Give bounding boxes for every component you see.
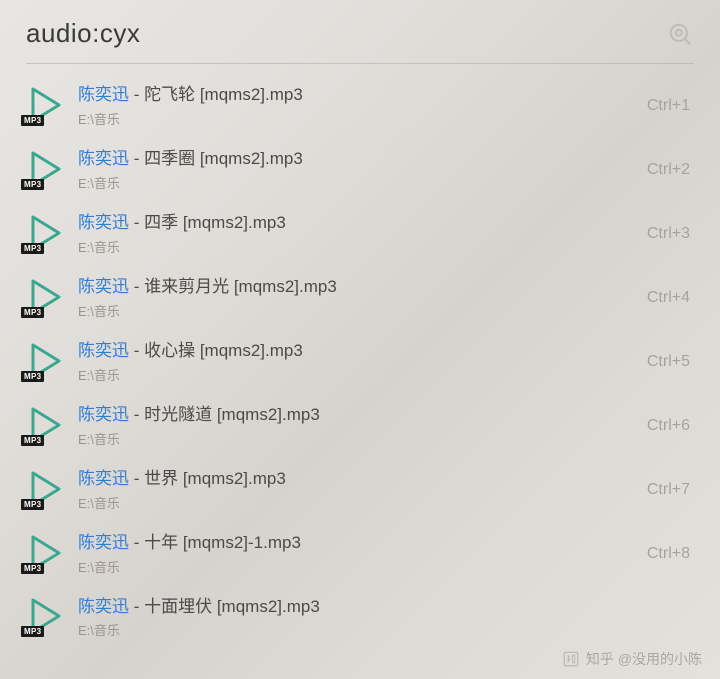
shortcut-label: Ctrl+5 [647, 353, 694, 371]
result-title: 陈奕迅 - 谁来剪月光 [mqms2].mp3 [78, 276, 633, 299]
audio-file-icon: MP3 [26, 535, 64, 573]
artist-name: 陈奕迅 [78, 469, 129, 488]
result-item[interactable]: MP3 陈奕迅 - 陀飞轮 [mqms2].mp3 E:\音乐 Ctrl+1 [26, 74, 694, 138]
shortcut-label: Ctrl+6 [647, 417, 694, 435]
mp3-badge: MP3 [21, 626, 44, 637]
file-name-rest: - 世界 [mqms2].mp3 [129, 469, 286, 488]
file-name-rest: - 十年 [mqms2]-1.mp3 [129, 533, 301, 552]
result-path: E:\音乐 [78, 429, 633, 448]
result-path: E:\音乐 [78, 301, 633, 320]
result-item[interactable]: MP3 陈奕迅 - 十年 [mqms2]-1.mp3 E:\音乐 Ctrl+8 [26, 522, 694, 586]
result-title: 陈奕迅 - 十年 [mqms2]-1.mp3 [78, 532, 633, 555]
shortcut-label: Ctrl+2 [647, 161, 694, 179]
audio-file-icon: MP3 [26, 471, 64, 509]
result-text: 陈奕迅 - 陀飞轮 [mqms2].mp3 E:\音乐 [78, 84, 633, 128]
artist-name: 陈奕迅 [78, 85, 129, 104]
search-input[interactable] [26, 18, 586, 49]
artist-name: 陈奕迅 [78, 405, 129, 424]
artist-name: 陈奕迅 [78, 213, 129, 232]
result-item[interactable]: MP3 陈奕迅 - 谁来剪月光 [mqms2].mp3 E:\音乐 Ctrl+4 [26, 266, 694, 330]
audio-file-icon: MP3 [26, 279, 64, 317]
result-item[interactable]: MP3 陈奕迅 - 四季 [mqms2].mp3 E:\音乐 Ctrl+3 [26, 202, 694, 266]
file-name-rest: - 四季圈 [mqms2].mp3 [129, 149, 303, 168]
mp3-badge: MP3 [21, 563, 44, 574]
shortcut-label: Ctrl+8 [647, 545, 694, 563]
artist-name: 陈奕迅 [78, 533, 129, 552]
artist-name: 陈奕迅 [78, 277, 129, 296]
mp3-badge: MP3 [21, 307, 44, 318]
artist-name: 陈奕迅 [78, 341, 129, 360]
result-text: 陈奕迅 - 四季 [mqms2].mp3 E:\音乐 [78, 212, 633, 256]
result-item[interactable]: MP3 陈奕迅 - 收心操 [mqms2].mp3 E:\音乐 Ctrl+5 [26, 330, 694, 394]
file-name-rest: - 陀飞轮 [mqms2].mp3 [129, 85, 303, 104]
mp3-badge: MP3 [21, 435, 44, 446]
file-name-rest: - 十面埋伏 [mqms2].mp3 [129, 597, 320, 616]
result-path: E:\音乐 [78, 237, 633, 256]
result-path: E:\音乐 [78, 620, 676, 639]
shortcut-label: Ctrl+4 [647, 289, 694, 307]
result-title: 陈奕迅 - 四季圈 [mqms2].mp3 [78, 148, 633, 171]
result-path: E:\音乐 [78, 557, 633, 576]
audio-file-icon: MP3 [26, 151, 64, 189]
result-text: 陈奕迅 - 收心操 [mqms2].mp3 E:\音乐 [78, 340, 633, 384]
result-title: 陈奕迅 - 十面埋伏 [mqms2].mp3 [78, 596, 676, 619]
results-list: MP3 陈奕迅 - 陀飞轮 [mqms2].mp3 E:\音乐 Ctrl+1 MP3 陈奕… [26, 74, 694, 649]
audio-file-icon: MP3 [26, 215, 64, 253]
watermark: 知乎 @没用的小陈 [562, 649, 702, 669]
result-text: 陈奕迅 - 十面埋伏 [mqms2].mp3E:\音乐 [78, 596, 676, 640]
file-name-rest: - 时光隧道 [mqms2].mp3 [129, 405, 320, 424]
search-icon[interactable] [666, 20, 694, 48]
result-text: 陈奕迅 - 时光隧道 [mqms2].mp3 E:\音乐 [78, 404, 633, 448]
result-path: E:\音乐 [78, 109, 633, 128]
zhihu-logo-icon [562, 650, 580, 668]
result-text: 陈奕迅 - 四季圈 [mqms2].mp3 E:\音乐 [78, 148, 633, 192]
result-item[interactable]: MP3 陈奕迅 - 四季圈 [mqms2].mp3 E:\音乐 Ctrl+2 [26, 138, 694, 202]
shortcut-label: Ctrl+1 [647, 97, 694, 115]
result-title: 陈奕迅 - 四季 [mqms2].mp3 [78, 212, 633, 235]
result-text: 陈奕迅 - 谁来剪月光 [mqms2].mp3 E:\音乐 [78, 276, 633, 320]
result-item[interactable]: MP3 陈奕迅 - 时光隧道 [mqms2].mp3 E:\音乐 Ctrl+6 [26, 394, 694, 458]
result-path: E:\音乐 [78, 173, 633, 192]
mp3-badge: MP3 [21, 115, 44, 126]
audio-file-icon: MP3 [26, 598, 64, 636]
mp3-badge: MP3 [21, 243, 44, 254]
result-text: 陈奕迅 - 世界 [mqms2].mp3 E:\音乐 [78, 468, 633, 512]
mp3-badge: MP3 [21, 371, 44, 382]
result-title: 陈奕迅 - 陀飞轮 [mqms2].mp3 [78, 84, 633, 107]
result-title: 陈奕迅 - 时光隧道 [mqms2].mp3 [78, 404, 633, 427]
audio-file-icon: MP3 [26, 407, 64, 445]
result-item[interactable]: MP3陈奕迅 - 十面埋伏 [mqms2].mp3E:\音乐 [26, 586, 694, 650]
result-title: 陈奕迅 - 收心操 [mqms2].mp3 [78, 340, 633, 363]
search-row [26, 18, 694, 64]
audio-file-icon: MP3 [26, 343, 64, 381]
mp3-badge: MP3 [21, 499, 44, 510]
shortcut-label: Ctrl+3 [647, 225, 694, 243]
result-text: 陈奕迅 - 十年 [mqms2]-1.mp3 E:\音乐 [78, 532, 633, 576]
watermark-text: 知乎 @没用的小陈 [586, 649, 702, 669]
result-item[interactable]: MP3 陈奕迅 - 世界 [mqms2].mp3 E:\音乐 Ctrl+7 [26, 458, 694, 522]
file-name-rest: - 谁来剪月光 [mqms2].mp3 [129, 277, 337, 296]
result-path: E:\音乐 [78, 493, 633, 512]
result-path: E:\音乐 [78, 365, 633, 384]
file-name-rest: - 四季 [mqms2].mp3 [129, 213, 286, 232]
shortcut-label: Ctrl+7 [647, 481, 694, 499]
audio-file-icon: MP3 [26, 87, 64, 125]
artist-name: 陈奕迅 [78, 597, 129, 616]
artist-name: 陈奕迅 [78, 149, 129, 168]
result-title: 陈奕迅 - 世界 [mqms2].mp3 [78, 468, 633, 491]
file-name-rest: - 收心操 [mqms2].mp3 [129, 341, 303, 360]
mp3-badge: MP3 [21, 179, 44, 190]
